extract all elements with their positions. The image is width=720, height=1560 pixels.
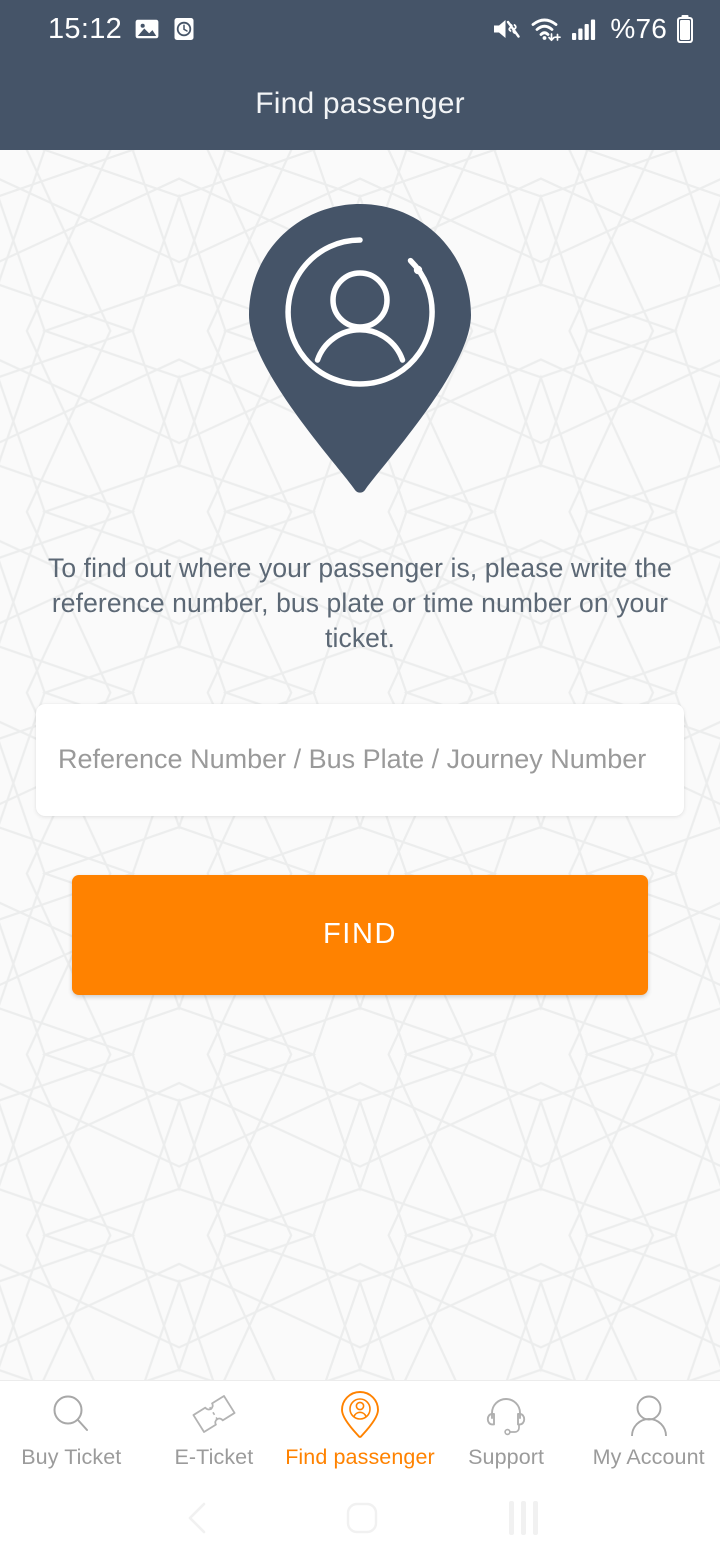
search-input[interactable] [58, 744, 662, 776]
headset-icon [483, 1392, 529, 1436]
status-bar-right: %76 [491, 13, 694, 45]
page-title: Find passenger [255, 87, 465, 120]
instruction-text: To find out where your passenger is, ple… [48, 553, 672, 653]
map-pin-passenger-icon [340, 1390, 380, 1438]
bottom-navigation: Buy Ticket E-Ticket Find passenger Suppo… [0, 1380, 720, 1476]
alarm-clock-icon [172, 16, 196, 42]
battery-percent-label: %76 [610, 13, 667, 44]
mute-icon [491, 15, 521, 43]
nav-item-my-account[interactable]: My Account [577, 1381, 720, 1476]
app-header: Find passenger [0, 58, 720, 150]
map-pin-passenger-icon [247, 202, 473, 503]
magnifier-icon [49, 1392, 93, 1436]
home-square-icon[interactable] [344, 1500, 380, 1536]
battery-icon [676, 14, 694, 44]
nav-item-support[interactable]: Support [435, 1381, 578, 1476]
back-chevron-icon[interactable] [182, 1499, 216, 1537]
nav-label-support: Support [468, 1444, 545, 1469]
wifi-icon [530, 15, 562, 43]
gallery-icon [134, 16, 160, 42]
signal-bars-icon [571, 16, 597, 42]
ticket-icon [190, 1392, 238, 1436]
status-bar-left: 15:12 [48, 13, 196, 46]
recents-bars-icon[interactable] [508, 1501, 538, 1535]
android-navigation-bar [0, 1476, 720, 1560]
find-button[interactable]: FIND [72, 874, 648, 995]
search-field-wrapper[interactable] [36, 703, 684, 816]
nav-item-buy-ticket[interactable]: Buy Ticket [0, 1381, 143, 1476]
nav-label-buy-ticket: Buy Ticket [21, 1444, 122, 1469]
status-bar: 15:12 %76 [0, 0, 720, 58]
app-root: 15:12 %76 Find passenger To find out whe… [0, 0, 720, 1560]
nav-item-find-passenger[interactable]: Find passenger [285, 1381, 435, 1476]
main-content: To find out where your passenger is, ple… [0, 150, 720, 1380]
nav-label-e-ticket: E-Ticket [174, 1444, 254, 1469]
nav-item-e-ticket[interactable]: E-Ticket [143, 1381, 286, 1476]
nav-label-my-account: My Account [592, 1444, 705, 1469]
person-icon [626, 1392, 672, 1436]
status-time: 15:12 [48, 12, 123, 45]
nav-label-find-passenger: Find passenger [285, 1444, 435, 1469]
